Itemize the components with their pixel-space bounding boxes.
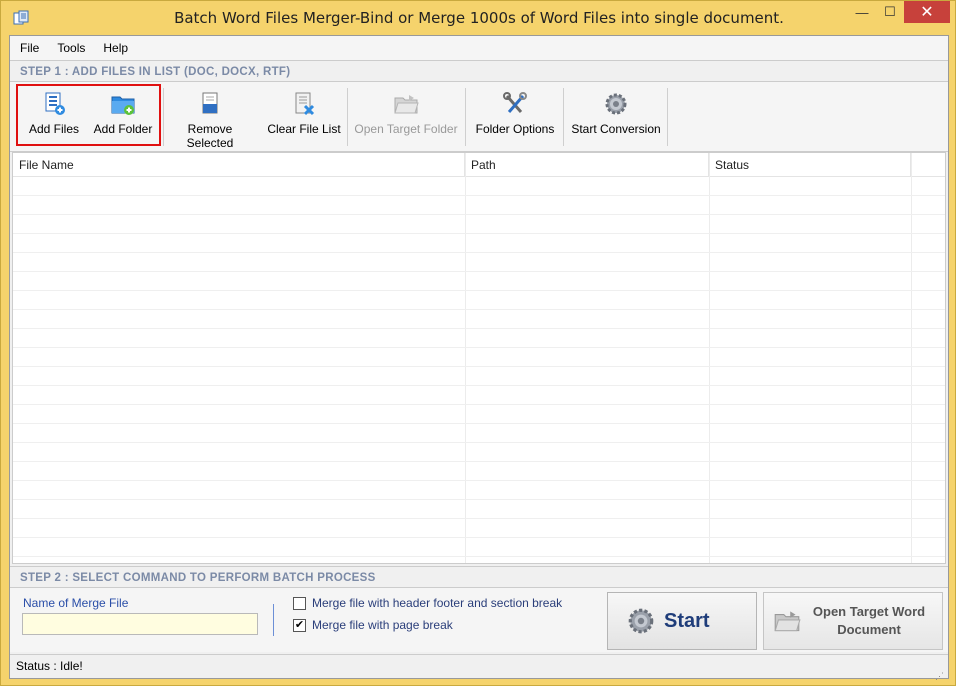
close-button[interactable]: ✕ bbox=[904, 1, 950, 23]
merge-file-label: Name of Merge File bbox=[23, 596, 129, 610]
start-conversion-label: Start Conversion bbox=[571, 122, 661, 136]
table-row bbox=[13, 196, 945, 215]
client-area: File Tools Help STEP 1 : ADD FILES IN LI… bbox=[9, 35, 949, 681]
folder-options-button[interactable]: Folder Options bbox=[472, 88, 558, 144]
resize-grip-icon[interactable]: ⋰ bbox=[935, 665, 945, 681]
menu-help[interactable]: Help bbox=[103, 41, 128, 55]
window-title: Batch Word Files Merger-Bind or Merge 10… bbox=[174, 9, 784, 27]
column-path[interactable]: Path bbox=[465, 153, 709, 177]
clear-file-list-icon bbox=[295, 92, 315, 116]
table-row bbox=[13, 500, 945, 519]
remove-selected-label: Remove Selected bbox=[186, 122, 234, 150]
add-files-icon bbox=[45, 92, 65, 115]
table-row bbox=[13, 291, 945, 310]
toolbar-separator bbox=[667, 88, 668, 146]
add-files-button[interactable]: Add Files bbox=[24, 88, 84, 144]
table-row bbox=[13, 443, 945, 462]
column-file-name[interactable]: File Name bbox=[13, 153, 465, 177]
menu-file[interactable]: File bbox=[20, 41, 39, 55]
title-bar: Batch Word Files Merger-Bind or Merge 10… bbox=[1, 1, 956, 35]
start-label: Start bbox=[664, 609, 710, 632]
folder-options-label: Folder Options bbox=[475, 122, 555, 136]
toolbar-separator bbox=[563, 88, 564, 146]
command-panel: Name of Merge File Merge file with heade… bbox=[10, 588, 948, 652]
table-row bbox=[13, 538, 945, 557]
page-break-label: Merge file with page break bbox=[312, 618, 453, 632]
status-bar: Status : Idle! ⋰ bbox=[10, 654, 948, 681]
remove-selected-button[interactable]: Remove Selected bbox=[164, 88, 256, 150]
table-row bbox=[13, 481, 945, 500]
table-row bbox=[13, 367, 945, 386]
page-break-checkbox[interactable]: ✔ bbox=[293, 618, 306, 632]
table-row bbox=[13, 310, 945, 329]
menu-tools[interactable]: Tools bbox=[57, 41, 85, 55]
remove-selected-icon bbox=[202, 92, 218, 114]
table-row bbox=[13, 329, 945, 348]
table-row bbox=[13, 272, 945, 291]
table-row bbox=[13, 424, 945, 443]
start-button[interactable]: Start bbox=[607, 592, 757, 650]
toolbar: Add Files Add Folder Remove Selected Cle… bbox=[10, 82, 948, 152]
column-status[interactable]: Status bbox=[709, 153, 911, 177]
grid-header: File Name Path Status bbox=[13, 153, 945, 177]
add-folder-icon bbox=[111, 96, 135, 115]
add-files-label: Add Files bbox=[28, 122, 80, 136]
clear-file-list-label: Clear File List bbox=[267, 122, 341, 136]
clear-file-list-button[interactable]: Clear File List bbox=[266, 88, 342, 144]
start-conversion-icon bbox=[605, 93, 627, 115]
folder-options-icon bbox=[503, 92, 527, 113]
toolbar-separator bbox=[465, 88, 466, 146]
page-break-option[interactable]: ✔ Merge file with page break bbox=[293, 618, 453, 632]
open-target-folder-label: Open Target Folder bbox=[354, 122, 458, 136]
header-footer-option[interactable]: Merge file with header footer and sectio… bbox=[293, 596, 562, 610]
add-folder-button[interactable]: Add Folder bbox=[90, 88, 156, 144]
status-text: Status : Idle! bbox=[16, 659, 83, 673]
table-row bbox=[13, 405, 945, 424]
panel-divider bbox=[273, 604, 274, 636]
table-row bbox=[13, 348, 945, 367]
open-target-folder-button[interactable]: Open Target Folder bbox=[352, 88, 460, 144]
window-frame: Batch Word Files Merger-Bind or Merge 10… bbox=[0, 0, 956, 686]
gear-icon bbox=[628, 608, 654, 634]
add-folder-label: Add Folder bbox=[93, 122, 153, 136]
table-row bbox=[13, 386, 945, 405]
table-row bbox=[13, 462, 945, 481]
toolbar-separator bbox=[347, 88, 348, 146]
header-footer-label: Merge file with header footer and sectio… bbox=[312, 596, 563, 610]
header-footer-checkbox[interactable] bbox=[293, 596, 306, 610]
file-list-grid[interactable]: File Name Path Status bbox=[12, 152, 946, 564]
table-row bbox=[13, 215, 945, 234]
merge-file-input[interactable] bbox=[22, 613, 258, 635]
step2-header: STEP 2 : SELECT COMMAND TO PERFORM BATCH… bbox=[10, 566, 948, 588]
table-row bbox=[13, 234, 945, 253]
table-row bbox=[13, 177, 945, 196]
start-conversion-button[interactable]: Start Conversion bbox=[568, 88, 664, 144]
table-row bbox=[13, 253, 945, 272]
minimize-button[interactable]: — bbox=[847, 1, 877, 23]
open-folder-icon bbox=[774, 611, 801, 632]
menu-bar: File Tools Help bbox=[10, 36, 948, 60]
maximize-button[interactable]: ☐ bbox=[876, 1, 904, 23]
open-target-document-button[interactable]: Open Target Word Document bbox=[763, 592, 943, 650]
open-target-folder-icon bbox=[394, 95, 419, 114]
step1-header: STEP 1 : ADD FILES IN LIST (DOC, DOCX, R… bbox=[10, 60, 948, 82]
open-target-document-label: Open Target Word Document bbox=[812, 604, 926, 637]
table-row bbox=[13, 519, 945, 538]
